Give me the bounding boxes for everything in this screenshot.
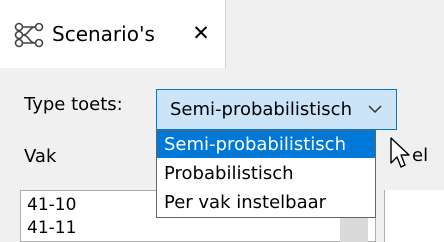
list-item[interactable]: 41-11 [27,217,76,239]
type-toets-label: Type toets: [24,94,123,115]
list-item[interactable]: 41-10 [27,194,76,216]
chevron-down-icon [368,105,382,114]
right-column-label: el [412,145,429,166]
right-panel [384,190,444,242]
option-per-vak-instelbaar[interactable]: Per vak instelbaar [157,189,375,216]
option-probabilistisch[interactable]: Probabilistisch [157,160,375,187]
tab-scenarios[interactable]: Scenario's ✕ [0,0,226,68]
type-toets-dropdown: Semi-probabilistisch Probabilistisch Per… [156,130,376,218]
mouse-cursor-icon [390,137,410,168]
select-value: Semi-probabilistisch [170,99,352,120]
close-icon[interactable]: ✕ [191,19,211,47]
scenarios-icon [14,22,44,48]
option-semi-probabilistisch[interactable]: Semi-probabilistisch [157,131,375,158]
vak-label: Vak [24,146,57,167]
tab-label: Scenario's [52,22,155,46]
type-toets-select[interactable]: Semi-probabilistisch [156,89,397,130]
